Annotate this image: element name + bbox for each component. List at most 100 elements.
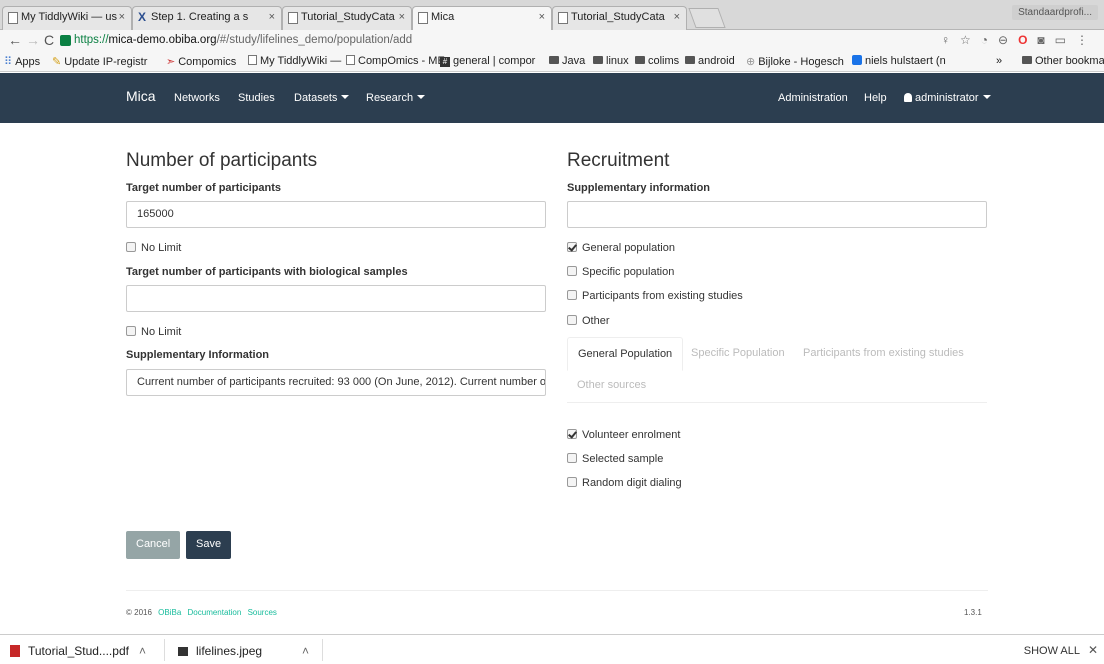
bookmark-folder-other[interactable]: Other bookmarks <box>1022 55 1104 67</box>
star-icon[interactable]: ☆ <box>960 33 981 47</box>
existing-studies-checkbox[interactable]: Participants from existing studies <box>567 290 743 302</box>
nav-networks[interactable]: Networks <box>174 92 220 104</box>
recruitment-supplementary-label: Supplementary information <box>567 182 711 194</box>
target-participants-label: Target number of participants <box>126 182 282 194</box>
image-file-icon <box>178 647 188 656</box>
supplementary-information-input[interactable]: Current number of participants recruited… <box>126 369 546 396</box>
close-icon[interactable]: × <box>539 11 545 23</box>
nav-research[interactable]: Research <box>366 92 426 104</box>
browser-tab[interactable]: My TiddlyWiki — us × <box>2 6 132 30</box>
folder-icon <box>685 56 695 64</box>
x-logo-icon: X <box>138 10 147 24</box>
bookmark-item[interactable]: My TiddlyWiki — <box>248 55 341 67</box>
bookmark-folder[interactable]: linux <box>593 55 629 67</box>
target-participants-input[interactable]: 165000 <box>126 201 546 228</box>
reload-icon[interactable]: C <box>44 32 54 48</box>
nav-studies[interactable]: Studies <box>238 92 275 104</box>
cast-icon[interactable]: ▭ <box>1055 33 1076 47</box>
nav-user-menu[interactable]: administrator <box>904 92 991 104</box>
tab-other-sources[interactable]: Other sources <box>567 369 656 401</box>
bookmark-folder[interactable]: Java <box>549 55 585 67</box>
general-population-checkbox[interactable]: General population <box>567 242 675 254</box>
save-button[interactable]: Save <box>186 531 232 559</box>
url-input[interactable]: https://mica-demo.obiba.org/#/study/life… <box>74 34 412 46</box>
selected-sample-checkbox[interactable]: Selected sample <box>567 453 663 465</box>
url-host: mica-demo.obiba.org <box>108 34 217 46</box>
compomics-icon: ➣ <box>166 56 176 68</box>
close-icon[interactable]: × <box>269 11 275 23</box>
bookmark-folder[interactable]: colims <box>635 55 679 67</box>
browser-tab[interactable]: X Step 1. Creating a s × <box>132 6 282 30</box>
download-divider <box>322 639 323 661</box>
page-icon <box>8 12 18 24</box>
forward-icon[interactable]: → <box>26 32 40 48</box>
download-item[interactable]: lifelines.jpeg ˄ <box>178 644 309 658</box>
bookmark-folder[interactable]: android <box>685 55 735 67</box>
menu-icon[interactable]: ⋮ <box>1076 33 1098 47</box>
folder-icon <box>1022 56 1032 64</box>
bookmark-item[interactable]: ✎ Update IP-registr <box>52 55 147 68</box>
extension-icons[interactable]: ♀☆◔⊖O◙▭⋮ <box>941 33 1098 47</box>
new-tab-button[interactable] <box>688 8 726 28</box>
chevron-up-icon[interactable]: ˄ <box>139 644 146 658</box>
bookmark-item[interactable]: ➣ Compomics <box>166 55 236 68</box>
bio-samples-input[interactable] <box>126 285 546 312</box>
opera-icon[interactable]: O <box>1018 33 1037 47</box>
bookmark-item[interactable]: # general | compor <box>440 55 535 67</box>
sources-link[interactable]: Sources <box>248 608 277 617</box>
url-path: /#/study/lifelines_demo/population/add <box>216 34 413 46</box>
globe-icon[interactable]: ⊖ <box>998 33 1018 47</box>
close-icon[interactable]: × <box>399 11 405 23</box>
tab-title: Tutorial_StudyCata <box>571 11 665 23</box>
version-label: 1.3.1 <box>964 608 982 617</box>
random-digit-dialing-checkbox[interactable]: Random digit dialing <box>567 477 682 489</box>
browser-tab-active[interactable]: Mica × <box>412 6 552 31</box>
footer: © 2016 OBiBa Documentation Sources <box>126 608 277 617</box>
obiba-link[interactable]: OBiBa <box>158 608 181 617</box>
tab-title: Mica <box>431 11 455 23</box>
brand-link[interactable]: Mica <box>126 88 156 104</box>
bookmark-item[interactable]: ⊕ Bijloke - Hogesch <box>746 55 844 68</box>
tab-existing-studies[interactable]: Participants from existing studies <box>793 337 974 369</box>
documentation-link[interactable]: Documentation <box>188 608 242 617</box>
bookmark-apps[interactable]: ⠿ Apps <box>4 55 40 68</box>
address-bar-row: ← → C https://mica-demo.obiba.org/#/stud… <box>0 30 1104 52</box>
checkbox-icon <box>567 453 577 463</box>
download-divider <box>164 639 165 661</box>
slack-hash-icon: # <box>440 57 450 67</box>
show-all-button[interactable]: SHOW ALL <box>1024 645 1080 657</box>
profile-badge[interactable]: Standaardprofi... <box>1012 5 1098 20</box>
browser-tab-bar: My TiddlyWiki — us × X Step 1. Creating … <box>0 0 1104 31</box>
globe-icon: ⊕ <box>746 56 756 68</box>
no-limit-checkbox[interactable]: No Limit <box>126 242 181 254</box>
recruitment-supplementary-input[interactable] <box>567 201 987 228</box>
close-icon[interactable]: × <box>674 11 680 23</box>
back-icon[interactable]: ← <box>8 32 22 48</box>
caret-down-icon <box>341 95 350 99</box>
tab-general-population[interactable]: General Population <box>567 337 684 371</box>
specific-population-checkbox[interactable]: Specific population <box>567 266 674 278</box>
bookmarks-bar: ⠿ Apps ✎ Update IP-registr ➣ Compomics My T… <box>0 52 1104 72</box>
pocket-icon[interactable]: ◙ <box>1037 33 1054 47</box>
bookmarks-overflow-button[interactable]: » <box>996 55 1002 67</box>
close-icon[interactable]: × <box>119 11 125 23</box>
browser-tab[interactable]: Tutorial_StudyCata × <box>552 6 687 30</box>
browser-tab[interactable]: Tutorial_StudyCata × <box>282 6 412 30</box>
download-item[interactable]: Tutorial_Stud....pdf ˄ <box>10 644 146 658</box>
other-checkbox[interactable]: Other <box>567 315 610 327</box>
nav-datasets[interactable]: Datasets <box>294 92 350 104</box>
pdf-file-icon <box>10 645 20 657</box>
nav-help[interactable]: Help <box>864 92 887 104</box>
bookmark-item[interactable]: CompOmics - ME <box>346 55 445 67</box>
no-limit-bio-checkbox[interactable]: No Limit <box>126 326 181 338</box>
key-icon[interactable]: ♀ <box>941 33 960 47</box>
volunteer-enrolment-checkbox[interactable]: Volunteer enrolment <box>567 429 680 441</box>
extension-icon[interactable]: ◔ <box>981 33 998 47</box>
recruitment-heading: Recruitment <box>567 150 670 171</box>
cancel-button[interactable]: Cancel <box>126 531 181 559</box>
nav-administration[interactable]: Administration <box>778 92 848 104</box>
tab-specific-population[interactable]: Specific Population <box>681 337 795 369</box>
chevron-up-icon[interactable]: ˄ <box>302 644 309 658</box>
close-icon[interactable]: ✕ <box>1088 643 1098 657</box>
bookmark-item[interactable]: niels hulstaert (n <box>852 55 946 67</box>
